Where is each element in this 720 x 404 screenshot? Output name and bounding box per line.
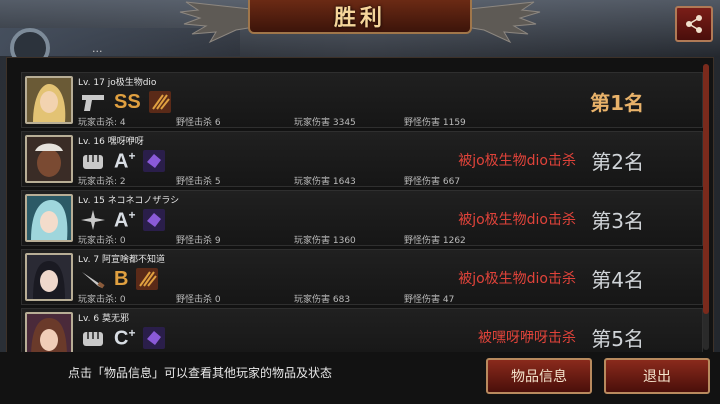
killed-by: 被jo极生物dio击杀 [458, 153, 576, 169]
player-row[interactable]: Lv. 6 莫无邪 C+ 被嘿呀咿呀击杀 第5名 [21, 308, 703, 352]
bullets-icon [136, 268, 159, 290]
player-damage: 玩家伤害 1360 [294, 236, 356, 246]
grade-badge: B [114, 267, 129, 290]
grade-plus: + [128, 207, 136, 222]
monster-damage: 野怪伤害 667 [404, 177, 461, 187]
hud-text: ... [92, 42, 103, 55]
monster-damage: 野怪伤害 47 [404, 295, 455, 305]
share-button[interactable] [675, 6, 713, 42]
item-info-button[interactable]: 物品信息 [486, 358, 592, 394]
page-title: 胜利 [333, 6, 386, 31]
grade-plus: + [128, 325, 136, 340]
monster-kills: 野怪击杀 6 [176, 118, 221, 128]
exit-button[interactable]: 退出 [604, 358, 710, 394]
player-name: 莫无邪 [101, 314, 129, 324]
rank-label: 第2名 [591, 150, 644, 174]
player-kills: 玩家击杀: 0 [78, 236, 126, 246]
avatar [25, 135, 73, 183]
knife-icon [82, 272, 105, 289]
avatar [25, 253, 73, 301]
killed-by: 被jo极生物dio击杀 [458, 212, 576, 228]
grade-badge: A [114, 209, 129, 232]
player-kills: 玩家击杀: 0 [78, 295, 126, 305]
purple-gem-icon [143, 209, 166, 231]
killed-by: 被嘿呀咿呀击杀 [478, 330, 576, 346]
player-level: Lv. 7 [78, 255, 100, 265]
player-kills: 玩家击杀: 4 [78, 118, 126, 128]
fist-icon [83, 332, 103, 346]
shuriken-icon [81, 210, 105, 230]
rank-label: 第3名 [591, 209, 644, 233]
right-wing-icon [460, 1, 541, 44]
monster-kills: 野怪击杀 0 [176, 295, 221, 305]
player-name: 嘿呀咿呀 [107, 137, 144, 147]
player-row[interactable]: Lv. 15 ネコネコノザラシ A+ 玩家击杀: 0 野怪击杀 9 玩家伤害 1… [21, 190, 703, 246]
player-level: Lv. 15 [78, 196, 105, 206]
grade-badge: A [114, 150, 129, 173]
player-row[interactable]: Lv. 7 阿宣啥都不知道 B 玩家击杀: 0 野怪击杀 0 玩家伤害 683 … [21, 249, 703, 305]
player-kills: 玩家击杀: 2 [78, 177, 126, 187]
monster-damage: 野怪伤害 1159 [404, 118, 466, 128]
grade-badge: SS [114, 90, 141, 113]
hint-text: 点击「物品信息」可以查看其他玩家的物品及状态 [68, 366, 333, 380]
grade-plus: + [128, 148, 136, 163]
avatar [25, 194, 73, 242]
rank-label: 第1名 [590, 91, 644, 115]
avatar [25, 76, 73, 124]
player-damage: 玩家伤害 3345 [294, 118, 356, 128]
pistol-icon [82, 95, 104, 111]
purple-gem-icon [143, 150, 166, 172]
player-name: jo极生物dio [107, 78, 157, 88]
player-damage: 玩家伤害 1643 [294, 177, 356, 187]
grade-badge: C [114, 327, 129, 350]
player-name: 阿宣啥都不知道 [101, 255, 165, 265]
purple-gem-icon [143, 327, 166, 349]
monster-damage: 野怪伤害 1262 [404, 236, 466, 246]
title-banner: 胜利 [248, 0, 472, 34]
player-level: Lv. 16 [78, 137, 105, 147]
monster-kills: 野怪击杀 9 [176, 236, 221, 246]
bullets-icon [148, 91, 171, 113]
monster-kills: 野怪击杀 5 [176, 177, 221, 187]
rank-label: 第5名 [591, 327, 644, 351]
player-row[interactable]: Lv. 16 嘿呀咿呀 A+ 玩家击杀: 2 野怪击杀 5 玩家伤害 1643 … [21, 131, 703, 187]
share-icon [686, 15, 702, 33]
killed-by: 被jo极生物dio击杀 [458, 271, 576, 287]
fist-icon [83, 155, 103, 169]
player-name: ネコネコノザラシ [107, 196, 180, 206]
player-damage: 玩家伤害 683 [294, 295, 351, 305]
player-level: Lv. 6 [78, 314, 100, 324]
player-level: Lv. 17 [78, 78, 105, 88]
results-panel[interactable]: Lv. 17 jo极生物dio SS 玩家击杀: 4 野怪击杀 6 玩家伤害 3… [6, 57, 714, 353]
rank-label: 第4名 [591, 268, 644, 292]
avatar [25, 312, 73, 352]
scrollbar-thumb[interactable] [703, 64, 709, 314]
player-row[interactable]: Lv. 17 jo极生物dio SS 玩家击杀: 4 野怪击杀 6 玩家伤害 3… [21, 72, 703, 128]
